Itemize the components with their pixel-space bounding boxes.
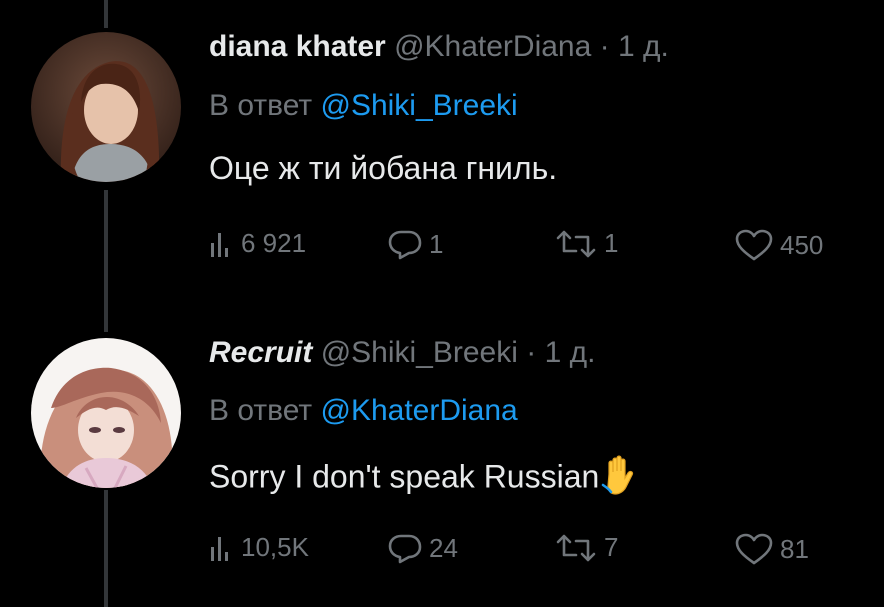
action-bar: 10,5K 24 7 81	[209, 532, 859, 572]
retweet-button[interactable]: 1	[554, 228, 618, 259]
avatar[interactable]	[31, 338, 181, 488]
like-count: 450	[780, 229, 824, 260]
woman-photo-avatar-icon	[31, 32, 181, 182]
user-handle[interactable]: @KhaterDiana	[394, 30, 591, 63]
like-button[interactable]: 450	[734, 228, 823, 262]
reply-icon	[388, 534, 422, 564]
reply-prefix: В ответ	[209, 89, 313, 122]
timestamp[interactable]: · 1 д.	[526, 336, 595, 369]
tweet-text: Sorry I don't speak Russian	[209, 458, 600, 495]
raised-hand-emoji-icon	[601, 454, 639, 504]
reply-count: 1	[429, 228, 444, 259]
retweet-icon	[556, 230, 596, 257]
heart-icon	[735, 533, 773, 565]
reply-mention-link[interactable]: @KhaterDiana	[320, 394, 517, 427]
tweet-header: Recruit @Shiki_Breeki · 1 д.	[209, 336, 595, 370]
user-handle[interactable]: @Shiki_Breeki	[321, 336, 518, 369]
views-icon	[211, 536, 228, 561]
like-count: 81	[780, 533, 809, 564]
reply-button[interactable]: 24	[387, 532, 458, 564]
action-bar: 6 921 1 1 450	[209, 228, 859, 268]
anime-girl-avatar-icon	[31, 338, 181, 488]
retweet-icon	[556, 534, 596, 561]
views-count: 6 921	[241, 228, 307, 258]
reply-to-line: В ответ @Shiki_Breeki	[209, 89, 518, 123]
tweet-text: Оце ж ти йобана гниль.	[209, 150, 558, 186]
like-button[interactable]: 81	[734, 532, 809, 566]
views-icon	[211, 232, 228, 257]
display-name[interactable]: Recruit	[209, 336, 312, 369]
display-name[interactable]: diana khater	[209, 30, 386, 63]
reply-icon	[388, 230, 422, 260]
views-button[interactable]: 10,5K	[209, 532, 309, 563]
reply-mention-link[interactable]: @Shiki_Breeki	[320, 89, 517, 122]
tweet-diana-khater[interactable]: diana khater @KhaterDiana · 1 д. В ответ…	[0, 0, 884, 300]
retweet-count: 7	[604, 532, 619, 562]
reply-to-line: В ответ @KhaterDiana	[209, 394, 518, 428]
retweet-button[interactable]: 7	[554, 532, 618, 563]
timestamp[interactable]: · 1 д.	[600, 30, 669, 63]
avatar[interactable]	[31, 32, 181, 182]
reply-count: 24	[429, 532, 458, 563]
tweet-text-line: Sorry I don't speak Russian	[209, 454, 639, 504]
retweet-count: 1	[604, 228, 619, 258]
views-button[interactable]: 6 921	[209, 228, 306, 259]
reply-prefix: В ответ	[209, 394, 313, 427]
heart-icon	[735, 229, 773, 261]
tweet-header: diana khater @KhaterDiana · 1 д.	[209, 30, 669, 64]
reply-button[interactable]: 1	[387, 228, 443, 260]
views-count: 10,5K	[241, 532, 309, 562]
tweet-recruit[interactable]: Recruit @Shiki_Breeki · 1 д. В ответ @Kh…	[0, 300, 884, 607]
